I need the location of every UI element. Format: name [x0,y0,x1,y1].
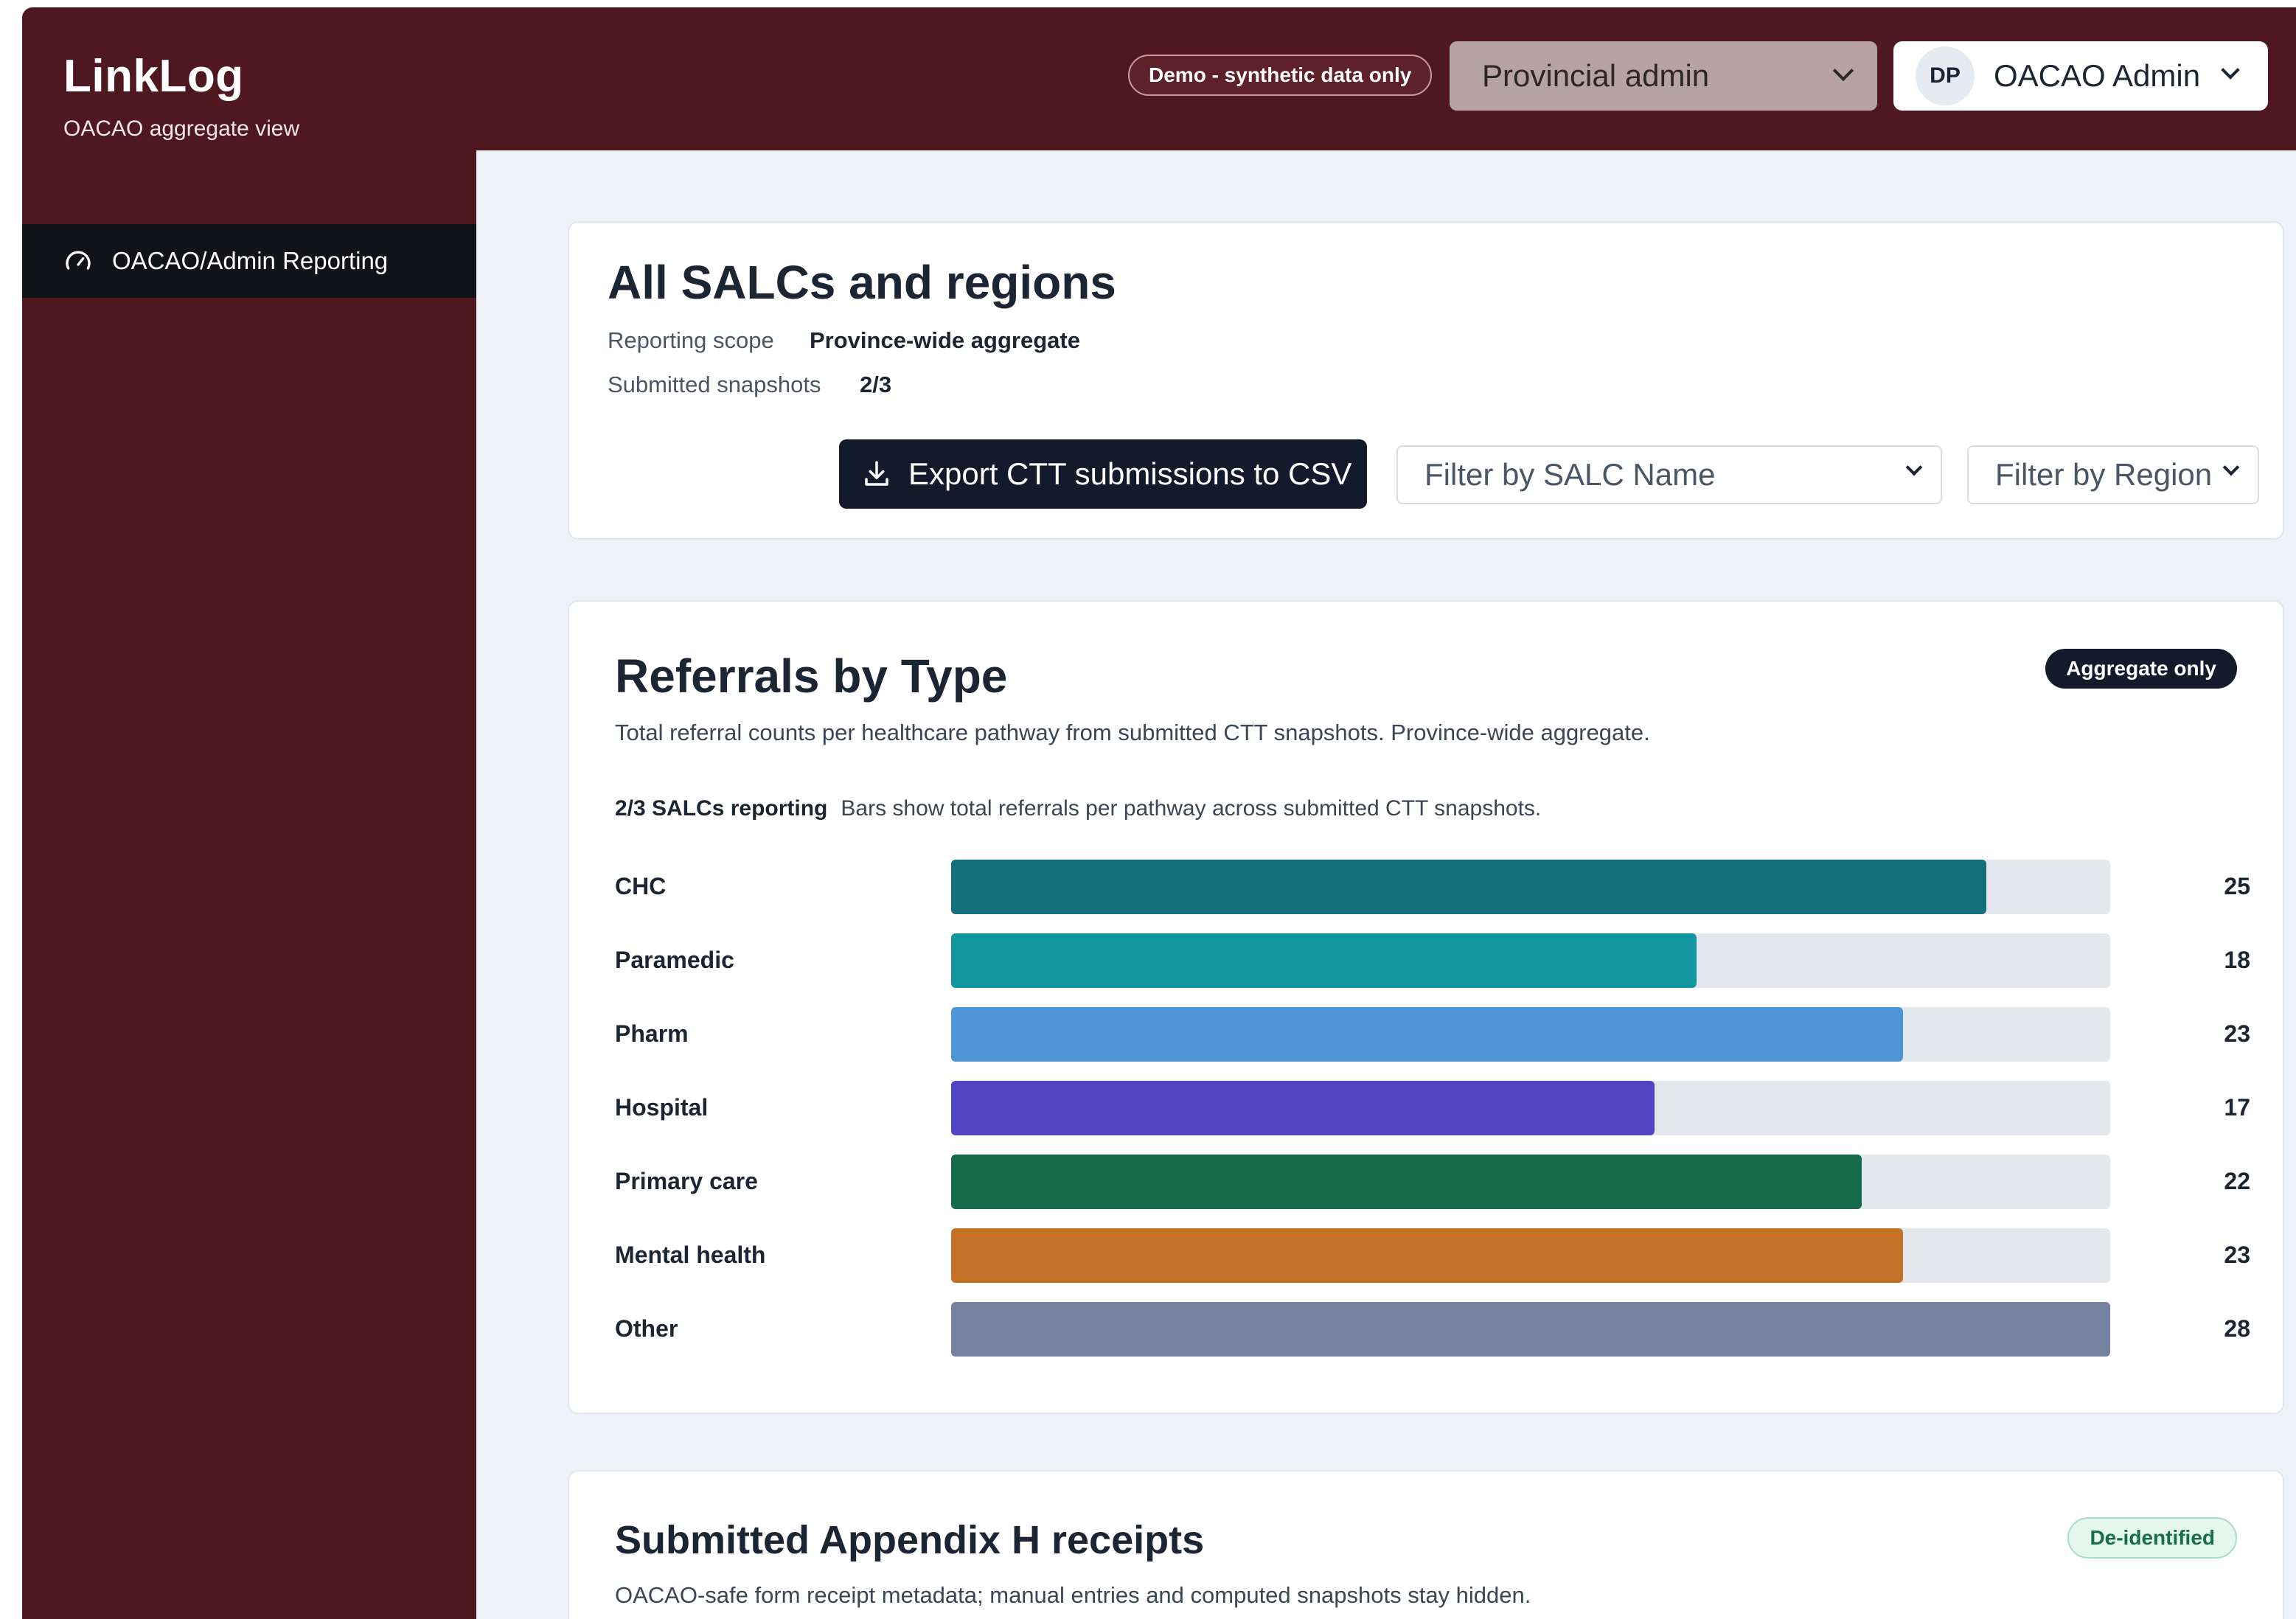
referrals-bar-chart: CHC 25 Paramedic 18 Pharm 23 Hospital 17 Primary… [615,860,2250,1376]
bar-track [951,1081,2110,1135]
role-select-value: Provincial admin [1482,58,1710,93]
filter-salc-value: Filter by SALC Name [1424,457,1716,492]
submitted-snapshots-value: 2/3 [860,372,892,397]
sidebar-item-admin-reporting[interactable]: OACAO/Admin Reporting [22,224,476,298]
bar-label: CHC [615,873,667,899]
bar-value-label: 28 [2224,1315,2250,1342]
bar-label: Mental health [615,1242,766,1268]
bar-value-label: 23 [2224,1242,2250,1268]
referrals-description: Total referral counts per healthcare pat… [615,720,1650,745]
receipts-description: OACAO-safe form receipt metadata; manual… [615,1582,1531,1608]
user-menu[interactable]: DP OACAO Admin [1893,41,2268,111]
page-title: All SALCs and regions [608,256,1116,309]
user-name: OACAO Admin [1994,58,2201,93]
export-csv-label: Export CTT submissions to CSV [908,456,1352,491]
chevron-down-icon [2221,60,2240,80]
bar-track [951,1228,2110,1283]
referrals-note-text: Bars show total referrals per pathway ac… [841,796,1542,821]
bar-track [951,1302,2110,1357]
bar [951,1228,1904,1283]
download-icon [865,461,888,486]
bar-value-label: 25 [2224,873,2250,899]
bar-track [951,860,2110,914]
bar [951,1302,2110,1357]
scope-card: All SALCs and regions Reporting scope Pr… [568,221,2284,540]
avatar: DP [1916,46,1975,105]
reporting-scope-value: Province-wide aggregate [810,327,1080,353]
chevron-down-icon [1832,60,1854,82]
receipts-card: Submitted Appendix H receipts De-identif… [568,1470,2284,1619]
bar-label: Hospital [615,1094,709,1121]
reporting-scope-row: Reporting scope Province-wide aggregate [608,327,1080,354]
bar-label: Paramedic [615,947,734,973]
filter-region-select[interactable]: Filter by Region [1967,445,2259,504]
aggregate-badge: Aggregate only [2045,649,2237,689]
bar-track [951,1155,2110,1209]
bar-value-label: 23 [2224,1020,2250,1047]
main-content: All SALCs and regions Reporting scope Pr… [476,150,2296,1619]
referrals-title: Referrals by Type [615,650,1008,703]
bar-track [951,1007,2110,1062]
bar [951,1007,1904,1062]
gauge-icon [66,251,91,270]
filter-region-value: Filter by Region [1995,457,2213,492]
bar [951,1081,1655,1135]
export-csv-button[interactable]: Export CTT submissions to CSV [839,439,1367,509]
bar-label: Other [615,1315,678,1342]
bar-track [951,933,2110,988]
app-title: LinkLog [63,51,244,102]
bar [951,933,1697,988]
demo-badge: Demo - synthetic data only [1128,55,1433,96]
reporting-scope-label: Reporting scope [608,327,774,353]
chevron-down-icon [1905,459,1923,476]
referrals-card: Referrals by Type Aggregate only Total r… [568,600,2284,1414]
app-subtitle: OACAO aggregate view [63,116,300,141]
receipts-title: Submitted Appendix H receipts [615,1518,1205,1562]
role-select[interactable]: Provincial admin [1450,41,1877,111]
bar-value-label: 18 [2224,947,2250,973]
bar [951,860,1986,914]
referrals-note: 2/3 SALCs reporting Bars show total refer… [615,796,1541,821]
bar [951,1155,1862,1209]
deidentified-badge: De-identified [2067,1517,2237,1559]
app-window: LinkLog OACAO aggregate view Demo - synt… [22,7,2296,1619]
bar-label: Pharm [615,1020,689,1047]
bar-label: Primary care [615,1168,758,1194]
bar-value-label: 22 [2224,1168,2250,1194]
chevron-down-icon [2222,459,2240,476]
filter-salc-select[interactable]: Filter by SALC Name [1396,445,1942,504]
bar-value-label: 17 [2224,1094,2250,1121]
submitted-snapshots-row: Submitted snapshots 2/3 [608,372,891,398]
sidebar-item-label: OACAO/Admin Reporting [112,247,389,274]
salcs-reporting: 2/3 SALCs reporting [615,796,828,821]
submitted-snapshots-label: Submitted snapshots [608,372,821,397]
